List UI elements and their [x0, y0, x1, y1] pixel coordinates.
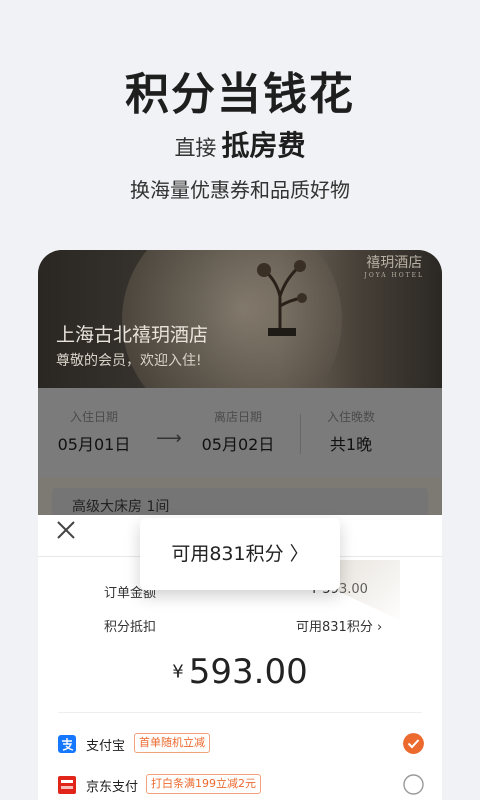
close-icon[interactable]: [54, 518, 78, 542]
promo-title: 积分当钱花: [125, 69, 355, 120]
bonsai-icon: [257, 260, 307, 336]
jd-pay-icon: [58, 776, 76, 794]
welcome-text: 尊敬的会员，欢迎入住!: [56, 353, 202, 369]
payment-name: 京东支付: [86, 780, 139, 795]
currency-symbol: ¥: [172, 661, 184, 683]
points-deduct-link[interactable]: 可用831积分 ›: [296, 616, 382, 635]
hotel-banner: 禧玥酒店 JOYA HOTEL 上海古北禧玥酒店 尊敬的会员，欢迎入住!: [38, 250, 442, 430]
alipay-icon: [58, 735, 76, 753]
promo-subtitle-big: 抵房费: [221, 129, 306, 162]
promo-subtitle: 直接 抵房费: [0, 124, 480, 164]
checkout-label: 离店日期: [213, 410, 262, 424]
total-amount: ¥ 593.00: [38, 652, 442, 692]
points-deduct-label: 积分抵扣: [104, 620, 157, 635]
hotel-brand-name: 禧玥酒店: [366, 255, 423, 271]
payment-option-jd[interactable]: 京东支付 打白条满199立减2元: [58, 774, 424, 798]
checkout-block[interactable]: 离店日期 05月02日: [196, 408, 280, 455]
divider: [300, 414, 301, 454]
arrow-right-icon: ⟶: [156, 428, 182, 449]
promo-tagline: 换海量优惠券和品质好物: [130, 178, 350, 202]
promo-badge: 打白条满199立减2元: [146, 774, 261, 794]
points-popup[interactable]: 可用831积分 〉: [140, 518, 340, 590]
checkin-date: 05月01日: [57, 435, 131, 454]
date-bar: 入住日期 05月01日 ⟶ 离店日期 05月02日 入住晚数 共1晚: [38, 388, 442, 478]
promo-badge: 首单随机立减: [134, 733, 210, 753]
unchecked-icon[interactable]: [403, 774, 424, 795]
room-type: 高级大床房 1间: [72, 499, 170, 515]
payment-name: 支付宝: [86, 739, 126, 754]
nights-block: 入住晚数 共1晚: [316, 408, 386, 455]
promo-subtitle-small: 直接: [174, 136, 217, 160]
checkout-date: 05月02日: [201, 435, 275, 454]
total-value: 593.00: [188, 652, 308, 692]
nights-value: 共1晚: [329, 435, 373, 454]
hotel-name: 上海古北禧玥酒店: [56, 324, 209, 346]
nights-label: 入住晚数: [326, 410, 375, 424]
checked-icon[interactable]: [403, 733, 424, 754]
checkin-label: 入住日期: [69, 410, 118, 424]
divider: [58, 712, 422, 713]
checkin-block[interactable]: 入住日期 05月01日: [54, 408, 134, 455]
hotel-logo: 禧玥酒店 JOYA HOTEL: [364, 252, 424, 279]
payment-option-alipay[interactable]: 支付宝 首单随机立减: [58, 733, 424, 757]
hotel-brand-en: JOYA HOTEL: [364, 272, 424, 279]
